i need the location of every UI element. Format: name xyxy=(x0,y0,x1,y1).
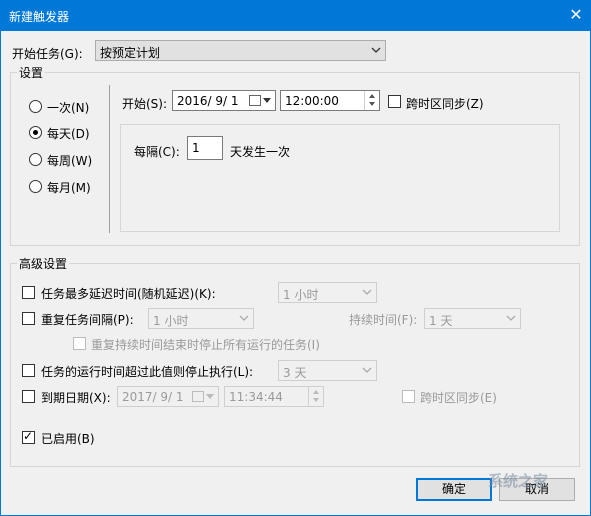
expire-time-field[interactable]: 11:34:44 xyxy=(224,386,324,407)
repeat-checkbox[interactable] xyxy=(22,312,35,325)
delay-label: 任务最多延迟时间(随机延迟)(K): xyxy=(41,287,216,301)
ok-button[interactable]: 确定 xyxy=(416,478,492,501)
recur-unit-label: 天发生一次 xyxy=(230,145,291,159)
radio-daily-label: 每天(D) xyxy=(47,127,90,141)
advanced-legend: 高级设置 xyxy=(17,255,70,272)
chevron-down-icon xyxy=(362,367,372,373)
radio-monthly-label: 每月(M) xyxy=(47,181,91,195)
expire-date-picker[interactable]: 2017/ 9/ 1 xyxy=(117,386,219,407)
repeat-select[interactable]: 1 小时 xyxy=(148,308,254,329)
chevron-down-icon xyxy=(371,47,381,53)
settings-legend: 设置 xyxy=(17,64,46,81)
start-date-value: 2016/ 9/ 1 xyxy=(177,94,239,108)
calendar-icon xyxy=(249,95,261,106)
recur-days-value: 1 xyxy=(192,141,200,155)
stop-if-checkbox[interactable] xyxy=(22,364,35,377)
delay-checkbox[interactable] xyxy=(22,286,35,299)
chevron-down-icon xyxy=(206,394,214,399)
radio-once[interactable] xyxy=(29,100,42,113)
settings-divider xyxy=(109,85,110,233)
sync-timezone-label: 跨时区同步(Z) xyxy=(406,97,484,111)
radio-daily[interactable] xyxy=(29,126,42,139)
duration-select[interactable]: 1 天 xyxy=(424,308,521,329)
enabled-checkbox[interactable] xyxy=(22,429,35,444)
begin-task-value: 按预定计划 xyxy=(100,46,161,60)
delay-select[interactable]: 1 小时 xyxy=(278,282,377,303)
title-bar: 新建触发器 ✕ xyxy=(0,0,591,31)
start-time-value: 12:00:00 xyxy=(285,94,339,108)
start-time-field[interactable]: 12:00:00 xyxy=(280,90,380,111)
time-spinner[interactable] xyxy=(308,387,323,406)
expire-sync-label: 跨时区同步(E) xyxy=(420,391,497,405)
chevron-down-icon xyxy=(263,98,271,103)
enabled-label: 已启用(B) xyxy=(41,432,95,446)
chevron-down-icon xyxy=(362,289,372,295)
radio-weekly[interactable] xyxy=(29,153,42,166)
repeat-value: 1 小时 xyxy=(153,314,189,328)
expire-sync-checkbox[interactable] xyxy=(402,390,415,403)
recur-days-input[interactable]: 1 xyxy=(187,136,223,160)
duration-label: 持续时间(F): xyxy=(349,313,418,327)
repeat-label: 重复任务间隔(P): xyxy=(41,313,134,327)
expire-time-value: 11:34:44 xyxy=(229,390,283,404)
sync-timezone-checkbox[interactable] xyxy=(388,95,401,108)
expire-label: 到期日期(X): xyxy=(41,391,111,405)
start-date-picker[interactable]: 2016/ 9/ 1 xyxy=(172,90,276,111)
radio-monthly[interactable] xyxy=(29,180,42,193)
recur-label: 每隔(C): xyxy=(134,145,180,159)
chevron-down-icon xyxy=(239,315,249,321)
expire-date-value: 2017/ 9/ 1 xyxy=(122,390,184,404)
window-title: 新建触发器 xyxy=(9,10,70,24)
start-label: 开始(S): xyxy=(122,97,168,111)
begin-task-label: 开始任务(G): xyxy=(12,47,83,61)
close-icon[interactable]: ✕ xyxy=(561,0,591,31)
stop-all-label: 重复持续时间结束时停止所有运行的任务(I) xyxy=(91,338,320,352)
expire-checkbox[interactable] xyxy=(22,390,35,403)
time-spinner[interactable] xyxy=(364,91,379,110)
stop-if-label: 任务的运行时间超过此值则停止执行(L): xyxy=(41,365,254,379)
radio-weekly-label: 每周(W) xyxy=(47,154,93,168)
chevron-down-icon xyxy=(506,315,516,321)
delay-value: 1 小时 xyxy=(283,288,319,302)
recurrence-panel xyxy=(120,124,560,232)
radio-once-label: 一次(N) xyxy=(47,101,90,115)
watermark-logo: 系统之家 xyxy=(488,472,549,490)
begin-task-select[interactable]: 按预定计划 xyxy=(95,40,386,61)
stop-all-checkbox[interactable] xyxy=(73,337,86,350)
stop-if-select[interactable]: 3 天 xyxy=(278,360,377,381)
stop-if-value: 3 天 xyxy=(283,366,307,380)
calendar-icon xyxy=(192,391,204,402)
duration-value: 1 天 xyxy=(429,314,453,328)
